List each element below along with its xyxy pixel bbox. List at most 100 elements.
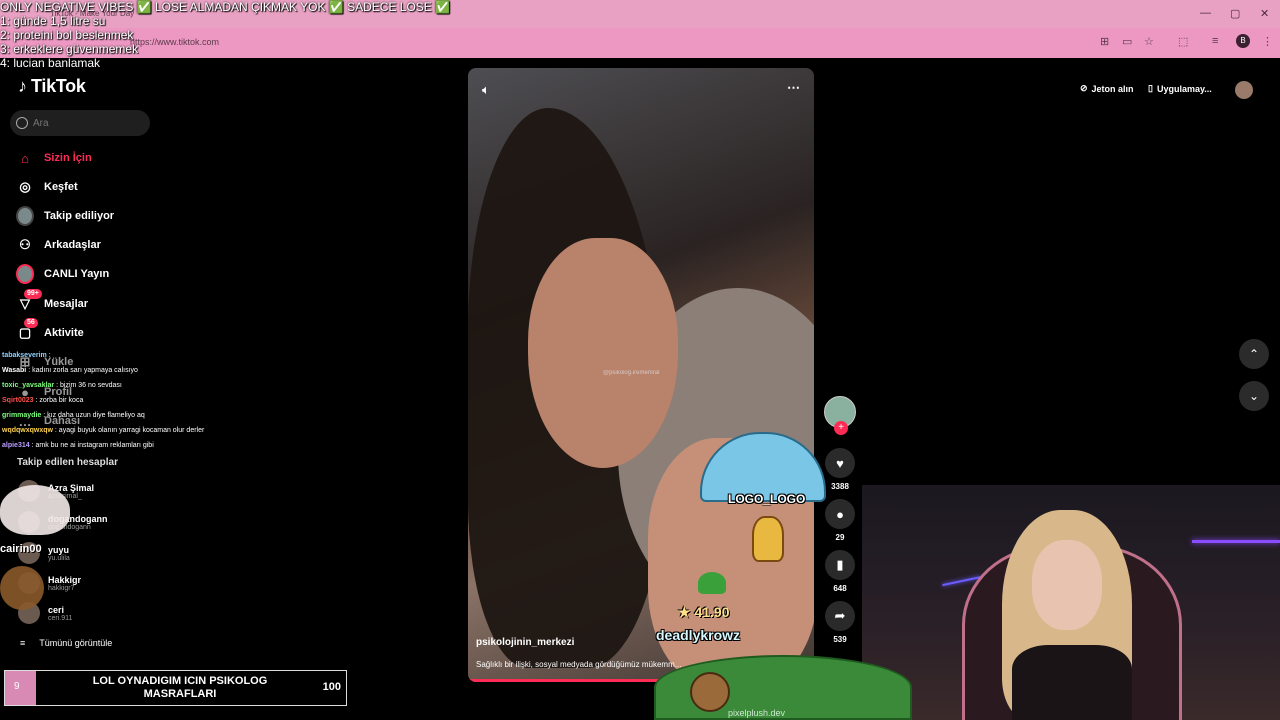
streamer-body bbox=[1012, 645, 1132, 720]
bookmark-icon: ▮ bbox=[836, 557, 844, 572]
overlay-line: 1: günde 1,5 litre su bbox=[0, 14, 106, 28]
activity-icon: ▢ 56 bbox=[16, 318, 38, 342]
ghost-sprite bbox=[0, 485, 70, 535]
goal-fill bbox=[5, 671, 36, 705]
chat-message: grimmaydie : kız daha uzun diye flameliy… bbox=[2, 408, 204, 423]
user-avatar[interactable] bbox=[1235, 81, 1253, 99]
neon-light bbox=[1192, 540, 1280, 543]
bookmark-star-icon[interactable]: ☆ bbox=[1144, 35, 1154, 48]
chat-user: alpie314 bbox=[2, 442, 30, 449]
live-avatar bbox=[16, 264, 34, 284]
like-button[interactable]: ♥ bbox=[825, 448, 855, 478]
overlay-line: 4: lucian banlamak bbox=[0, 56, 101, 70]
overlay-line: 2: proteini bol beslenmek bbox=[0, 28, 134, 42]
chat-text: : zorba bir koca bbox=[35, 397, 84, 404]
menu-icon[interactable]: ⋮ bbox=[1262, 35, 1273, 48]
messages-icon: ▽ 99+ bbox=[16, 289, 42, 313]
translate-icon[interactable]: ⊞ bbox=[1100, 35, 1109, 48]
next-video-button[interactable]: ⌄ bbox=[1239, 381, 1269, 411]
comment-button[interactable]: ● bbox=[825, 499, 855, 529]
save-button[interactable]: ▮ bbox=[825, 550, 855, 580]
chat-text: : kız daha uzun diye flameliyo aq bbox=[43, 412, 145, 419]
chat-message: Sqirt0023 : zorba bir koca bbox=[2, 393, 204, 408]
extensions-icon[interactable]: ⬚ bbox=[1178, 35, 1188, 48]
nav-label: Arkadaşlar bbox=[44, 239, 101, 251]
following-avatar bbox=[16, 206, 34, 226]
nav-label: Takip ediliyor bbox=[44, 210, 115, 222]
search-icon bbox=[16, 117, 28, 129]
score-label: ★ 41.90 bbox=[678, 604, 730, 621]
minimize-icon[interactable]: — bbox=[1200, 7, 1211, 19]
video-progress-fill bbox=[468, 679, 683, 682]
maximize-icon[interactable]: ▢ bbox=[1230, 7, 1240, 20]
account-name: Hakkigr bbox=[48, 574, 82, 585]
more-options-icon[interactable]: ⋯ bbox=[787, 80, 800, 96]
search-box[interactable] bbox=[10, 110, 150, 136]
share-count: 539 bbox=[833, 635, 847, 644]
share-button[interactable]: ➦ bbox=[825, 601, 855, 631]
list-icon: ≡ bbox=[20, 638, 26, 648]
video-frame-face bbox=[528, 238, 678, 468]
chat-text: : bizim 36 no sevdası bbox=[56, 382, 122, 389]
see-all-button[interactable]: ≡ Tümünü görüntüle bbox=[20, 638, 112, 648]
like-count: 3388 bbox=[831, 482, 849, 491]
search-input[interactable] bbox=[33, 117, 143, 129]
streamer-face bbox=[1032, 540, 1102, 630]
chat-message: toxic_yavsaklar : bizim 36 no sevdası bbox=[2, 378, 204, 393]
nav-live[interactable]: CANLI Yayın bbox=[16, 264, 109, 284]
chat-message: wqdqwxqwxqw : ayagi buyuk olanın yarragi… bbox=[2, 423, 204, 438]
nav-messages[interactable]: ▽ 99+ Mesajlar bbox=[16, 289, 88, 314]
profile-avatar[interactable]: B bbox=[1236, 34, 1250, 48]
coin-icon: ⊘ bbox=[1080, 83, 1088, 93]
following-accounts-header: Takip edilen hesaplar bbox=[17, 457, 118, 468]
get-app-label: Uygulamay... bbox=[1156, 83, 1212, 94]
volume-icon[interactable]: 🔈︎ bbox=[482, 82, 490, 98]
account-handle: ceri.911 bbox=[48, 614, 73, 622]
phone-icon: ▯ bbox=[1148, 83, 1153, 93]
character-sprite bbox=[752, 516, 784, 562]
chevron-down-icon: ⌄ bbox=[1248, 389, 1260, 403]
video-caption: Sağlıklı bir ilişki, sosyal medyada görd… bbox=[476, 660, 682, 669]
score-value: 41.90 bbox=[694, 604, 730, 620]
nav-label: CANLI Yayın bbox=[44, 268, 110, 280]
chat-text: : amk bu ne ai instagram reklamları gibi bbox=[31, 442, 154, 449]
chat-user: Wasabi bbox=[2, 367, 27, 374]
see-all-label: Tümünü görüntüle bbox=[39, 638, 113, 648]
chevron-up-icon: ⌃ bbox=[1248, 347, 1260, 361]
video-author[interactable]: psikolojinin_merkezi bbox=[476, 637, 574, 648]
nav-for-you[interactable]: ⌂ Sizin İçin bbox=[16, 148, 92, 168]
chat-message: alpie314 : amk bu ne ai instagram reklam… bbox=[2, 438, 204, 453]
nav-label: Keşfet bbox=[44, 181, 78, 193]
goal-start-value: 9 bbox=[14, 681, 20, 692]
comment-icon: ● bbox=[836, 506, 844, 522]
nav-friends[interactable]: ⚇ Arkadaşlar bbox=[16, 235, 101, 255]
chat-user: toxic_yavsaklar bbox=[2, 382, 55, 389]
save-count: 648 bbox=[833, 584, 847, 593]
heart-icon: ♥ bbox=[836, 455, 844, 471]
messages-badge: 99+ bbox=[24, 289, 42, 299]
chat-user: Sqirt0023 bbox=[2, 397, 34, 404]
video-watermark: @psikolog.irememral bbox=[603, 370, 660, 376]
star-icon: ★ bbox=[678, 604, 691, 620]
chat-user: grimmaydie bbox=[2, 412, 42, 419]
tiktok-note-icon: ♪ bbox=[18, 76, 27, 96]
get-app-button[interactable]: ▯ Uygulamay... bbox=[1148, 83, 1212, 94]
chat-text: : ayagi buyuk olanın yarragi kocaman olu… bbox=[54, 427, 205, 434]
previous-video-button[interactable]: ⌃ bbox=[1239, 339, 1269, 369]
follow-plus-icon[interactable]: + bbox=[834, 421, 848, 435]
overlay-line: 3: erkeklere güvenmemek bbox=[0, 42, 139, 56]
chat-user: tabakseverim bbox=[2, 352, 47, 359]
nav-following[interactable]: Takip ediliyor bbox=[16, 206, 114, 226]
video-player[interactable]: @psikolog.irememral 🔈︎ ⋯ psikolojinin_me… bbox=[468, 68, 814, 682]
nav-activity[interactable]: ▢ 56 Aktivite bbox=[16, 318, 84, 343]
tiktok-logo[interactable]: ♪ TikTok bbox=[18, 76, 86, 97]
close-icon[interactable]: ✕ bbox=[1260, 7, 1269, 20]
get-coins-button[interactable]: ⊘ Jeton alın bbox=[1080, 83, 1134, 94]
webcam-feed bbox=[862, 485, 1280, 720]
player-name: deadlykrowz bbox=[656, 627, 741, 643]
creator-avatar[interactable]: + bbox=[824, 396, 856, 435]
sidebar-icon[interactable]: ≡ bbox=[1212, 35, 1218, 47]
nav-explore[interactable]: ◎ Keşfet bbox=[16, 177, 78, 197]
account-name: yuyu bbox=[48, 544, 70, 555]
cast-icon[interactable]: ▭ bbox=[1122, 35, 1132, 48]
